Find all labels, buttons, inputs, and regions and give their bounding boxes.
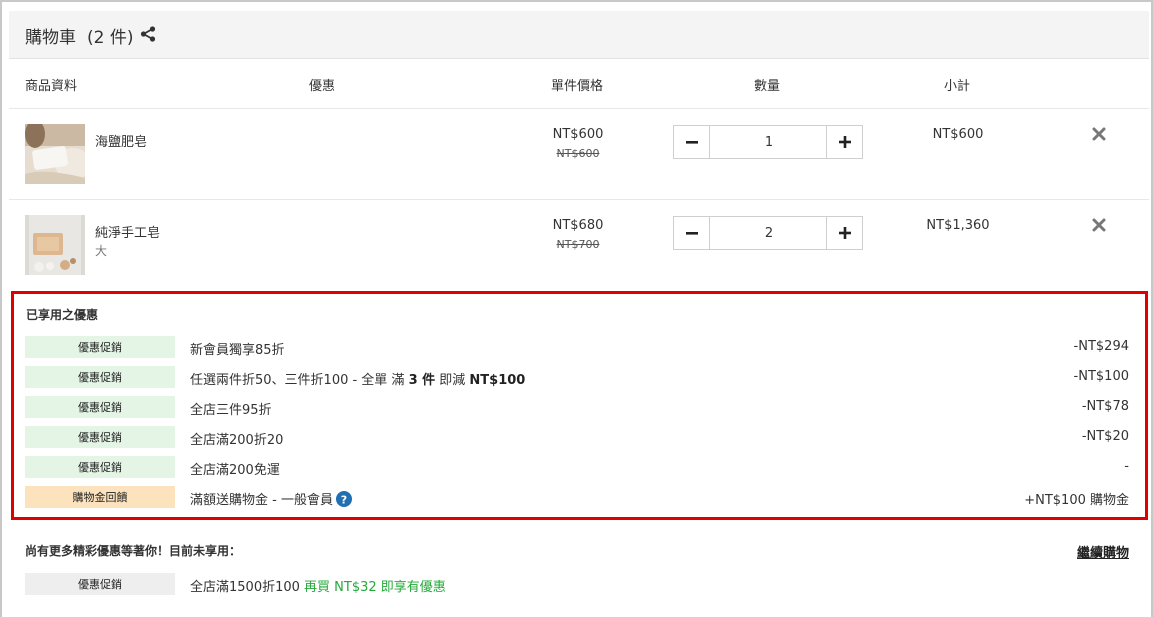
cart-item-count: (2 件) <box>87 28 134 48</box>
minus-icon <box>685 232 698 235</box>
divider <box>9 199 1149 200</box>
promo-discount-value: NT$100 <box>469 373 526 388</box>
plus-icon <box>838 227 851 239</box>
promo-badge: 優惠促銷 <box>25 456 175 478</box>
applied-promotions-title: 已享用之優惠 <box>26 308 99 322</box>
cart-panel: 購物車 (2 件) 商品資料 優惠 單件價格 數量 小計 海鹽肥皂 NT$600… <box>0 0 1153 617</box>
product-image[interactable] <box>25 124 85 184</box>
unit-price: NT$600 <box>552 127 604 142</box>
promo-text-part: 任選兩件折50、三件折100 - 全單 滿 <box>190 373 409 388</box>
decrease-quantity-button[interactable] <box>674 217 710 249</box>
unit-price: NT$680 <box>552 218 604 233</box>
promo-badge: 優惠促銷 <box>25 366 175 388</box>
promo-hint: 再買 NT$32 即享有優惠 <box>304 580 446 595</box>
decrease-quantity-button[interactable] <box>674 126 710 158</box>
item-subtotal: NT$600 <box>932 127 984 142</box>
quantity-stepper <box>673 125 863 159</box>
promo-description: 全店滿200折20 <box>190 433 284 448</box>
promo-description: 任選兩件折50、三件折100 - 全單 滿 3 件 即減 NT$100 <box>190 369 525 388</box>
product-image[interactable] <box>25 215 85 275</box>
promo-text-part: 全店滿1500折100 <box>190 580 300 595</box>
svg-text:?: ? <box>341 493 347 506</box>
promo-description: 全店三件95折 <box>190 403 272 418</box>
column-header-product: 商品資料 <box>25 79 78 94</box>
promo-text-part: 即減 <box>435 373 470 388</box>
promo-description: 滿額送購物金 - 一般會員? <box>190 489 352 508</box>
cart-title: 購物車 <box>25 28 76 48</box>
original-price: NT$700 <box>556 238 600 251</box>
column-header-quantity: 數量 <box>754 79 781 94</box>
promo-badge: 優惠促銷 <box>25 573 175 595</box>
promo-badge: 優惠促銷 <box>25 396 175 418</box>
column-header-subtotal: 小計 <box>944 79 971 94</box>
promo-discount: -NT$294 <box>1073 339 1129 354</box>
column-header-promotion: 優惠 <box>309 79 336 94</box>
more-promotions-title: 尚有更多精彩優惠等著你！目前未享用： <box>25 544 242 558</box>
close-icon[interactable] <box>1091 126 1107 142</box>
plus-icon <box>838 136 851 148</box>
promo-discount: -NT$100 <box>1073 369 1129 384</box>
quantity-input[interactable] <box>711 217 827 249</box>
promo-threshold: 3 件 <box>408 373 436 388</box>
applied-promotions-highlight <box>11 291 1148 520</box>
product-name[interactable]: 純淨手工皂 <box>95 222 160 241</box>
original-price: NT$600 <box>556 147 600 160</box>
increase-quantity-button[interactable] <box>826 126 862 158</box>
promo-badge: 優惠促銷 <box>25 426 175 448</box>
promo-text-part: 滿額送購物金 - 一般會員 <box>190 493 333 508</box>
product-name[interactable]: 海鹽肥皂 <box>95 131 147 150</box>
product-variant: 大 <box>95 244 108 258</box>
cart-header: 購物車 (2 件) <box>9 11 1149 59</box>
promo-discount: -NT$78 <box>1081 399 1129 414</box>
share-icon[interactable] <box>140 26 156 42</box>
promo-discount: -NT$20 <box>1081 429 1129 444</box>
column-header-unit-price: 單件價格 <box>551 79 604 94</box>
credit-reward-amount: +NT$100 購物金 <box>1024 493 1129 508</box>
promo-description: 全店滿200免運 <box>190 463 280 478</box>
promo-description: 新會員獨享85折 <box>190 343 285 358</box>
quantity-input[interactable] <box>711 126 827 158</box>
promo-badge: 優惠促銷 <box>25 336 175 358</box>
item-subtotal: NT$1,360 <box>926 218 990 233</box>
increase-quantity-button[interactable] <box>826 217 862 249</box>
minus-icon <box>685 141 698 144</box>
credit-reward-badge: 購物金回饋 <box>25 486 175 508</box>
divider <box>9 108 1149 109</box>
close-icon[interactable] <box>1091 217 1107 233</box>
quantity-stepper <box>673 216 863 250</box>
question-circle-icon[interactable]: ? <box>335 491 352 507</box>
unused-promo-description: 全店滿1500折100 再買 NT$32 即享有優惠 <box>190 576 446 595</box>
promo-discount: - <box>1124 459 1129 474</box>
continue-shopping-link[interactable]: 繼續購物 <box>1077 542 1129 561</box>
